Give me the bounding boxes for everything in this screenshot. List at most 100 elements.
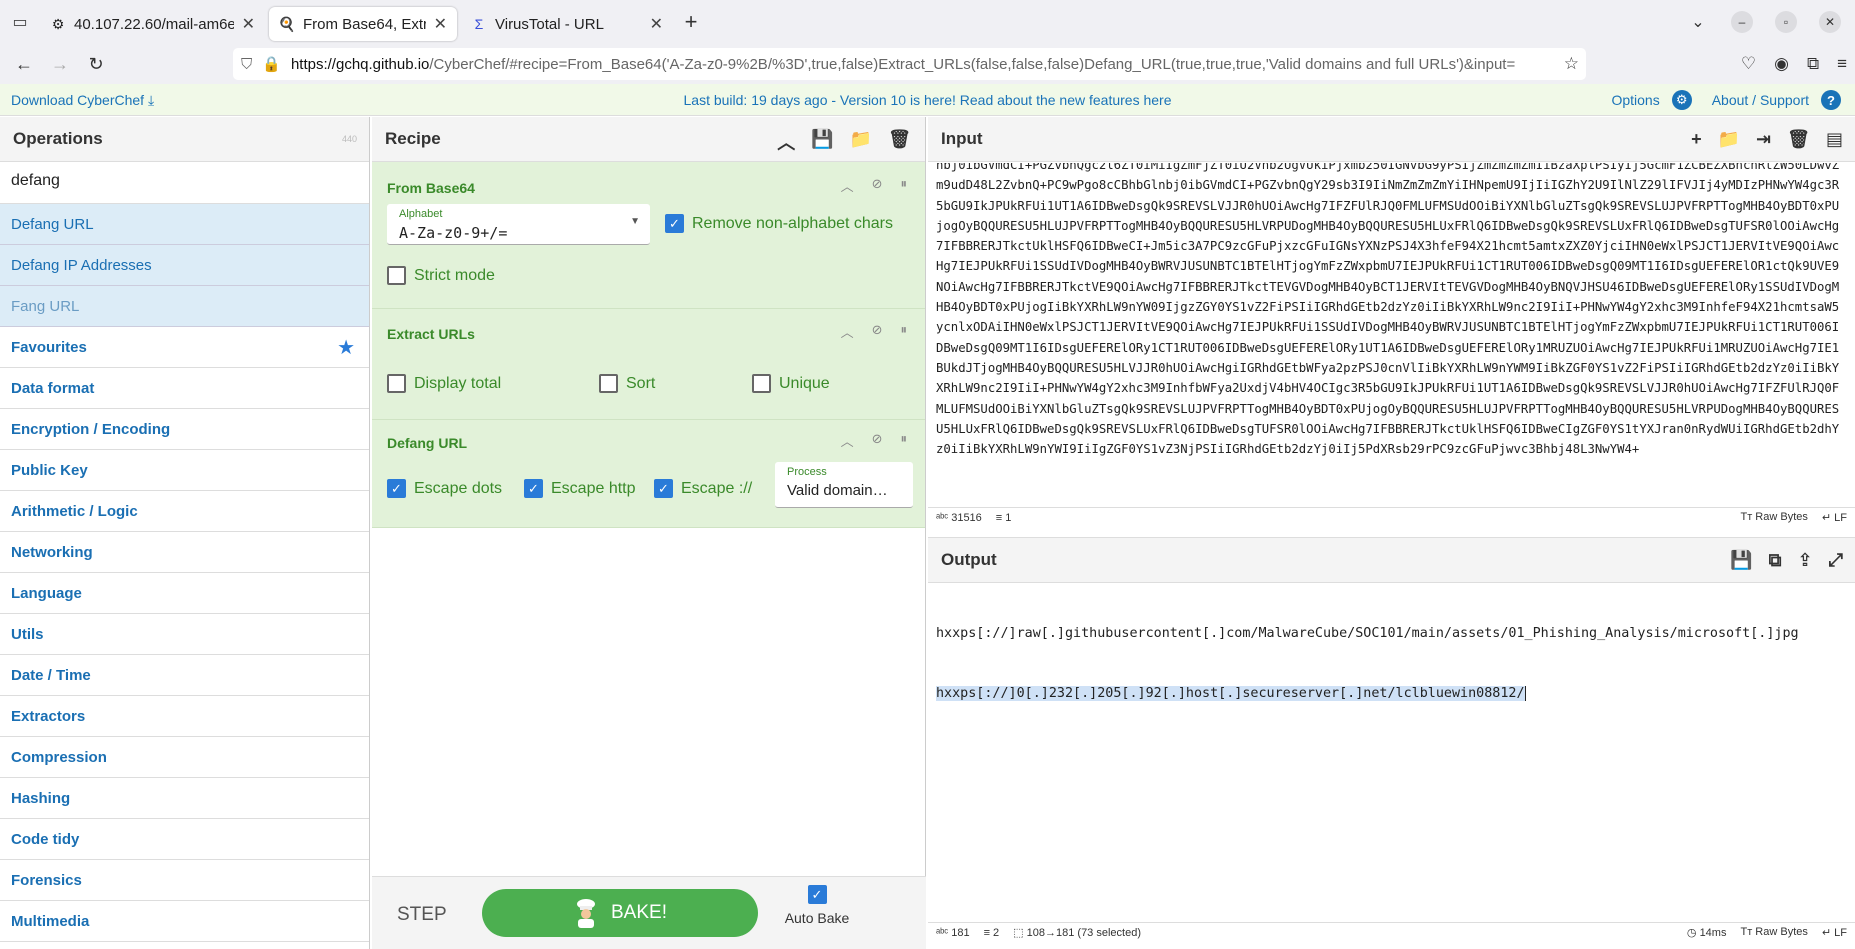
options-link[interactable]: Options [1611, 92, 1659, 108]
escape-http-checkbox[interactable]: ✓ Escape http [524, 479, 636, 498]
category-item[interactable]: Date / Time [0, 655, 369, 696]
step-button[interactable]: STEP [397, 904, 447, 926]
chevron-up-icon[interactable]: ︿ [841, 431, 854, 450]
auto-bake-checkbox[interactable]: ✓ Auto Bake [780, 885, 854, 926]
bake-button[interactable]: BAKE! [482, 889, 758, 937]
input-textarea[interactable]: nbj0ibGVmdCI+PGZvbnQgc2l6ZT0iMiIgZmFjZT0… [928, 163, 1855, 499]
close-icon[interactable]: ✕ [434, 14, 447, 34]
folder-icon[interactable]: 📁 [1718, 129, 1740, 150]
input-encoding[interactable]: Tт Raw Bytes [1740, 511, 1807, 524]
maximize-button[interactable]: ▫ [1775, 11, 1797, 33]
op-defang-url[interactable]: Defang URL [0, 204, 369, 245]
unique-checkbox[interactable]: Unique [752, 374, 830, 393]
save-icon[interactable]: 💾 [811, 129, 833, 155]
remove-nonalpha-checkbox[interactable]: ✓ Remove non-alphabet chars [665, 214, 893, 233]
input-eol[interactable]: ↵ LF [1822, 511, 1847, 524]
category-item[interactable]: Multimedia [0, 901, 369, 942]
build-notice[interactable]: Last build: 19 days ago - Version 10 is … [0, 92, 1855, 108]
maximize-icon[interactable]: ⤢ [1829, 550, 1843, 571]
close-window-button[interactable]: ✕ [1819, 11, 1841, 33]
output-textarea[interactable]: hxxps[://]raw[.]githubusercontent[.]com/… [936, 584, 1846, 744]
op-fang-url[interactable]: Fang URL [0, 286, 369, 327]
trash-icon[interactable]: 🗑 [888, 129, 911, 155]
checkbox-icon [387, 374, 406, 393]
category-item[interactable]: Arithmetic / Logic [0, 491, 369, 532]
reload-button[interactable]: ↻ [78, 54, 114, 75]
gear-icon[interactable]: ⚙ [1671, 90, 1692, 110]
escape-dots-checkbox[interactable]: ✓ Escape dots [387, 479, 502, 498]
sort-checkbox[interactable]: Sort [599, 374, 655, 393]
toolbar-right: ☆ ♡ ◉ ⧉ ≡ [1564, 44, 1847, 84]
output-panel: Output 💾 ⧉ ⇪ ⤢ hxxps[://]raw[.]githubuse… [928, 537, 1855, 949]
new-tab-button[interactable]: + [673, 9, 709, 35]
url-bar[interactable]: ⛉ 🔒 https://gchq.github.io/CyberChef/#re… [233, 48, 1586, 80]
close-icon[interactable]: ✕ [650, 14, 663, 34]
pause-icon[interactable]: ⏸ [901, 176, 908, 195]
category-item[interactable]: Public Key [0, 450, 369, 491]
output-eol[interactable]: ↵ LF [1822, 926, 1847, 939]
collapse-icon[interactable]: ︿ [777, 129, 795, 155]
category-item[interactable]: Forensics [0, 860, 369, 901]
bookmark-star-icon[interactable]: ☆ [1564, 54, 1579, 74]
output-title: Output [941, 550, 997, 569]
minimize-button[interactable]: – [1731, 11, 1753, 33]
copy-icon[interactable]: ⧉ [1769, 550, 1782, 571]
trash-icon[interactable]: 🗑 [1787, 129, 1810, 150]
op-defang-ip[interactable]: Defang IP Addresses [0, 245, 369, 286]
replace-input-icon[interactable]: ⇪ [1798, 550, 1813, 571]
category-item[interactable]: Hashing [0, 778, 369, 819]
checkbox-label: Escape dots [414, 479, 503, 497]
alphabet-select[interactable]: Alphabet A-Za-z0-9+/= ▼ [387, 204, 650, 245]
back-button[interactable]: ← [6, 54, 42, 75]
tab-mail[interactable]: ⚙ 40.107.22.60/mail-am6eu ✕ [40, 7, 265, 41]
tab-cyberchef[interactable]: 🍳 From Base64, Extract URL ✕ [269, 7, 457, 41]
layout-icon[interactable]: ▤ [1826, 129, 1843, 150]
disable-icon[interactable]: ⊘ [872, 322, 883, 341]
display-total-checkbox[interactable]: Display total [387, 374, 501, 393]
shield-icon[interactable]: ⛉ [241, 56, 252, 73]
chevron-up-icon[interactable]: ︿ [841, 322, 854, 341]
save-icon[interactable]: 💾 [1730, 550, 1752, 571]
account-icon[interactable]: ◉ [1774, 54, 1789, 74]
tab-virustotal[interactable]: Σ VirusTotal - URL ✕ [461, 7, 673, 41]
tab-overflow-chevron-icon[interactable]: ⌄ [1687, 11, 1709, 33]
category-item[interactable]: Language [0, 573, 369, 614]
tab-list-button[interactable]: ▭ [0, 0, 40, 44]
about-link[interactable]: About / Support [1712, 92, 1809, 108]
menu-icon[interactable]: ≡ [1837, 54, 1847, 74]
category-item[interactable]: Extractors [0, 696, 369, 737]
help-icon[interactable]: ? [1821, 90, 1841, 110]
pause-icon[interactable]: ⏸ [901, 431, 908, 450]
checkbox-label: Escape http [551, 479, 636, 497]
output-encoding[interactable]: Tт Raw Bytes [1740, 926, 1807, 939]
text-length-icon: ᵃᵇᶜ [936, 926, 949, 939]
disable-icon[interactable]: ⊘ [872, 176, 883, 195]
extensions-icon[interactable]: ⧉ [1807, 54, 1819, 74]
close-icon[interactable]: ✕ [242, 14, 255, 34]
pause-icon[interactable]: ⏸ [901, 322, 908, 341]
add-icon[interactable]: + [1691, 129, 1702, 150]
url-domain: https://gchq.github.io [290, 55, 430, 73]
category-item[interactable]: Encryption / Encoding [0, 409, 369, 450]
open-file-icon[interactable]: ⇥ [1756, 129, 1771, 150]
forward-button[interactable]: → [42, 54, 78, 75]
chevron-up-icon[interactable]: ︿ [841, 176, 854, 195]
alphabet-value: A-Za-z0-9+/= [399, 224, 508, 242]
category-favourites[interactable]: Favourites ★ [0, 327, 369, 368]
category-item[interactable]: Utils [0, 614, 369, 655]
checkbox-checked-icon: ✓ [524, 479, 543, 498]
category-item[interactable]: Code tidy [0, 819, 369, 860]
escape-slashes-checkbox[interactable]: ✓ Escape :// [654, 479, 752, 498]
input-status-bar: ᵃᵇᶜ 31516 ≡ 1 Tт Raw Bytes ↵ LF [928, 507, 1855, 527]
category-item[interactable]: Networking [0, 532, 369, 573]
strict-mode-checkbox[interactable]: Strict mode [387, 266, 495, 285]
pocket-icon[interactable]: ♡ [1741, 54, 1756, 74]
download-link[interactable]: Download CyberChef ⤓ [11, 92, 154, 109]
category-item[interactable]: Data format [0, 368, 369, 409]
disable-icon[interactable]: ⊘ [872, 431, 883, 450]
process-select[interactable]: Process Valid domain… [775, 462, 913, 508]
operations-search-input[interactable]: defang [0, 162, 369, 204]
folder-icon[interactable]: 📁 [850, 129, 872, 155]
input-length: ᵃᵇᶜ 31516 [936, 512, 982, 524]
category-item[interactable]: Compression [0, 737, 369, 778]
